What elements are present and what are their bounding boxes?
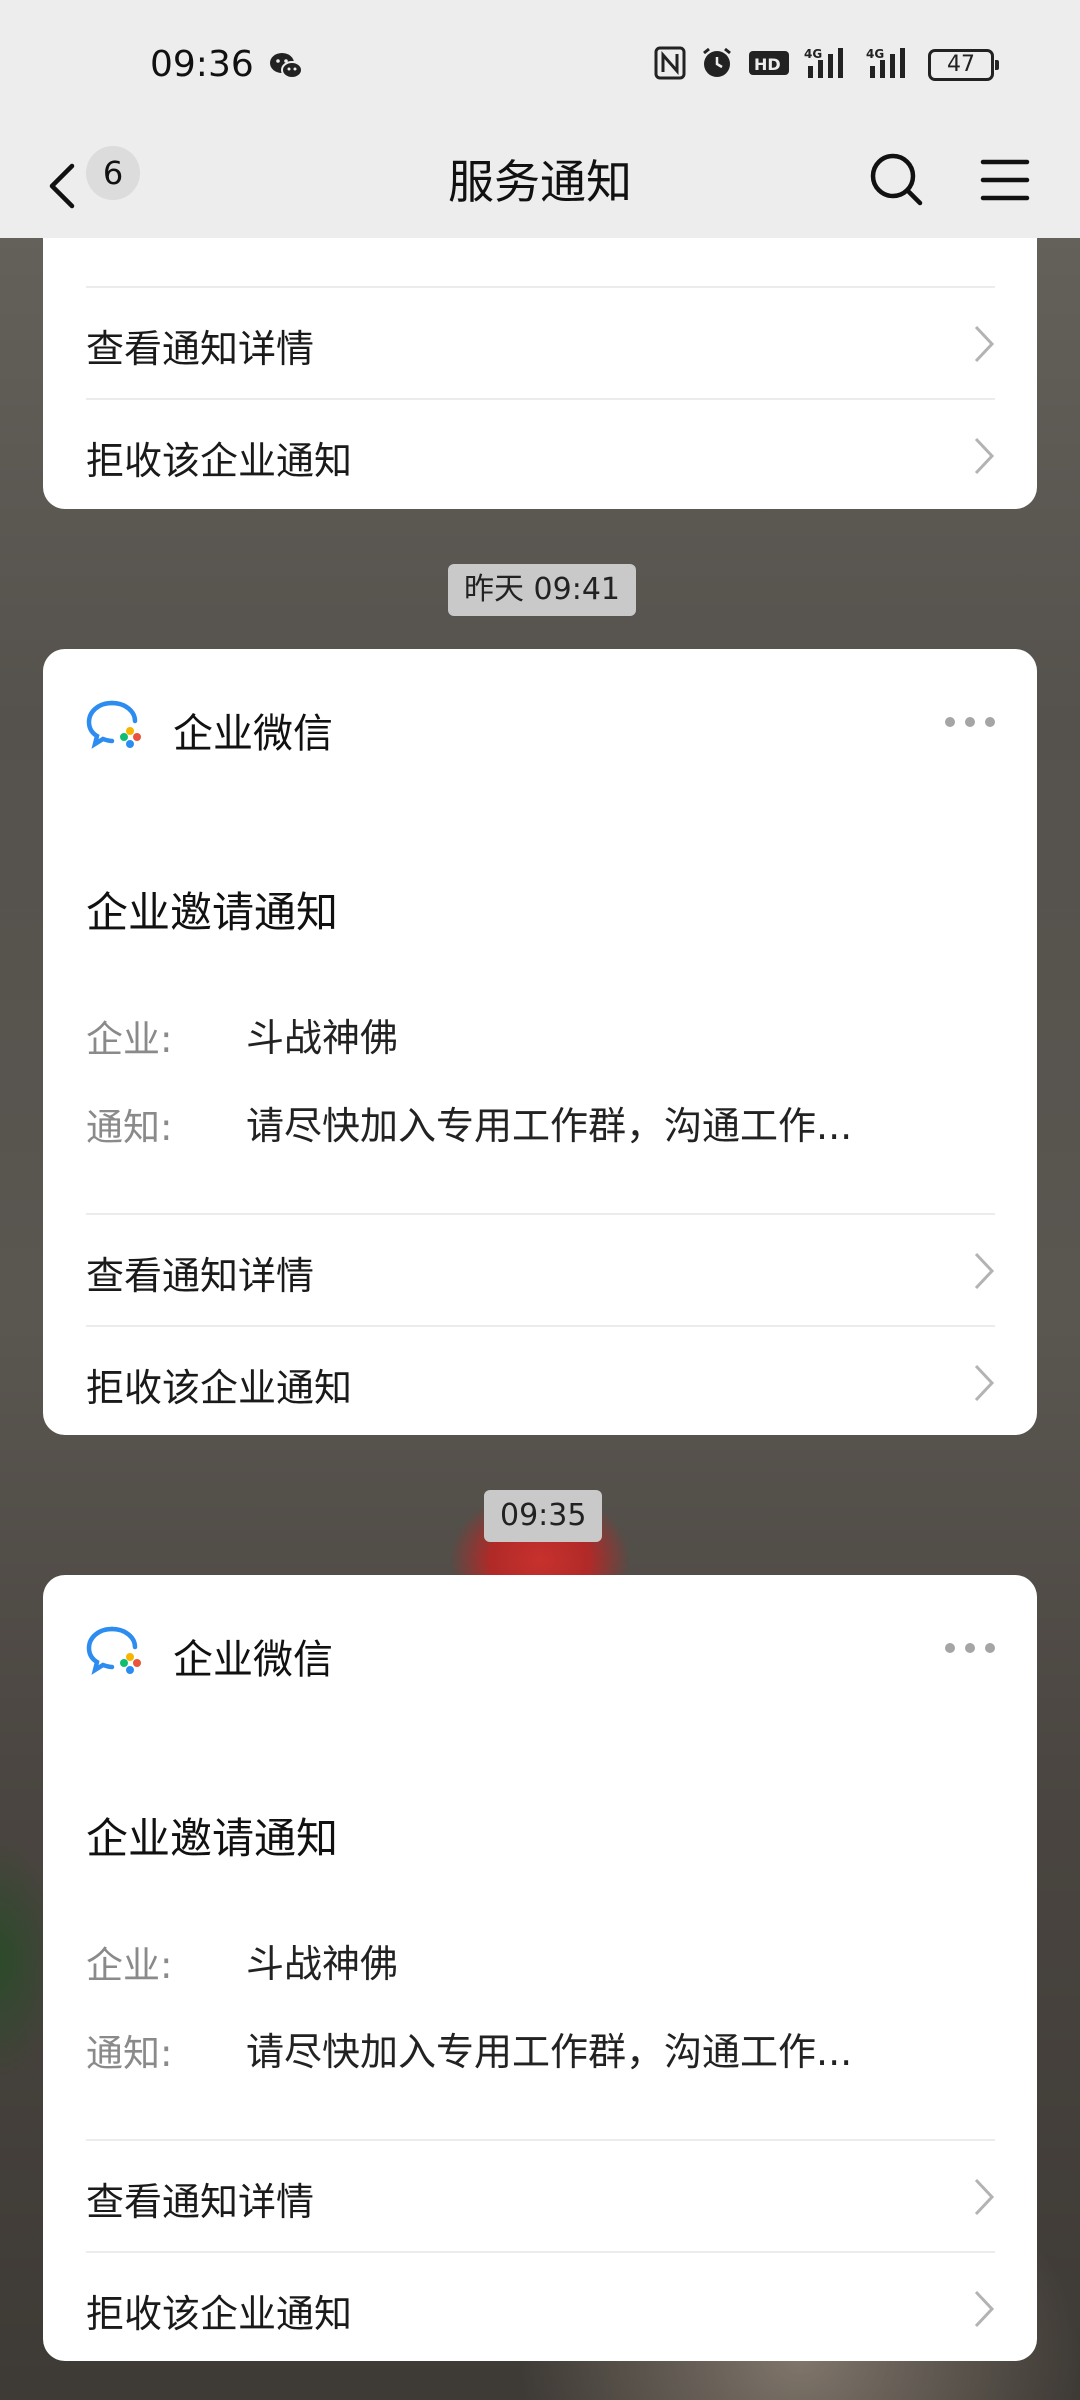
- field-label-company: 企业:: [86, 1018, 173, 1061]
- reject-notification-label: 拒收该企业通知: [86, 439, 353, 483]
- notification-card-partial: 查看通知详情 拒收该企业通知: [43, 238, 1037, 509]
- wecom-logo-icon: [86, 699, 144, 753]
- view-details-label: 查看通知详情: [86, 2180, 315, 2224]
- chevron-right-icon: [973, 324, 995, 368]
- reject-notification-label: 拒收该企业通知: [86, 1366, 353, 1410]
- field-label-notice: 通知:: [86, 1106, 173, 1149]
- message-title: 企业邀请通知: [86, 1814, 339, 1863]
- chevron-right-icon: [973, 2177, 995, 2221]
- unread-count-badge[interactable]: 6: [86, 146, 140, 200]
- view-details-link[interactable]: 查看通知详情: [86, 2139, 995, 2251]
- field-label-notice: 通知:: [86, 2032, 173, 2075]
- field-label-company: 企业:: [86, 1944, 173, 1987]
- more-options-icon[interactable]: [945, 717, 995, 727]
- more-options-icon[interactable]: [945, 1643, 995, 1653]
- svg-text:4G: 4G: [866, 47, 884, 61]
- status-time: 09:36: [150, 44, 254, 85]
- hd-text: HD: [754, 55, 781, 74]
- svg-text:4G: 4G: [804, 47, 822, 61]
- reject-notification-label: 拒收该企业通知: [86, 2292, 353, 2336]
- app-name: 企业微信: [173, 1637, 333, 1683]
- field-value-company: 斗战神佛: [246, 1942, 399, 1986]
- notification-card: 企业微信 企业邀请通知 企业: 斗战神佛 通知: 请尽快加入专用工作群，沟通工作…: [43, 1575, 1037, 2361]
- signal-icon-1: 4G: [804, 46, 852, 84]
- notification-card: 企业微信 企业邀请通知 企业: 斗战神佛 通知: 请尽快加入专用工作群，沟通工作…: [43, 649, 1037, 1435]
- message-timestamp: 昨天 09:41: [448, 564, 636, 616]
- view-details-link[interactable]: 查看通知详情: [86, 286, 995, 398]
- status-icons: HD 4G 4G 47: [654, 46, 999, 84]
- nav-bar: 服务通知: [0, 138, 1080, 238]
- reject-notification-link[interactable]: 拒收该企业通知: [86, 398, 995, 510]
- chevron-right-icon: [973, 1251, 995, 1295]
- chevron-right-icon: [973, 1363, 995, 1407]
- alarm-icon: [700, 46, 734, 84]
- field-value-company: 斗战神佛: [246, 1016, 399, 1060]
- view-details-link[interactable]: 查看通知详情: [86, 1213, 995, 1325]
- menu-icon[interactable]: [980, 150, 1030, 214]
- wecom-logo-icon: [86, 1625, 144, 1679]
- search-icon[interactable]: [868, 148, 924, 214]
- chevron-right-icon: [973, 436, 995, 480]
- app-name: 企业微信: [173, 711, 333, 757]
- nfc-icon: [654, 46, 686, 84]
- message-title: 企业邀请通知: [86, 888, 339, 937]
- message-timestamp: 09:35: [484, 1490, 603, 1542]
- chevron-right-icon: [973, 2289, 995, 2333]
- reject-notification-link[interactable]: 拒收该企业通知: [86, 2251, 995, 2363]
- view-details-label: 查看通知详情: [86, 1254, 315, 1298]
- field-value-notice: 请尽快加入专用工作群，沟通工作...: [246, 1104, 853, 1148]
- signal-icon-2: 4G: [866, 46, 914, 84]
- view-details-label: 查看通知详情: [86, 327, 315, 371]
- battery-indicator: 47: [928, 49, 999, 81]
- status-bar: 09:36 HD 4G 4G 47: [0, 0, 1080, 138]
- reject-notification-link[interactable]: 拒收该企业通知: [86, 1325, 995, 1437]
- field-value-notice: 请尽快加入专用工作群，沟通工作...: [246, 2030, 853, 2074]
- wechat-icon: [268, 50, 304, 86]
- hd-icon: HD: [748, 48, 790, 82]
